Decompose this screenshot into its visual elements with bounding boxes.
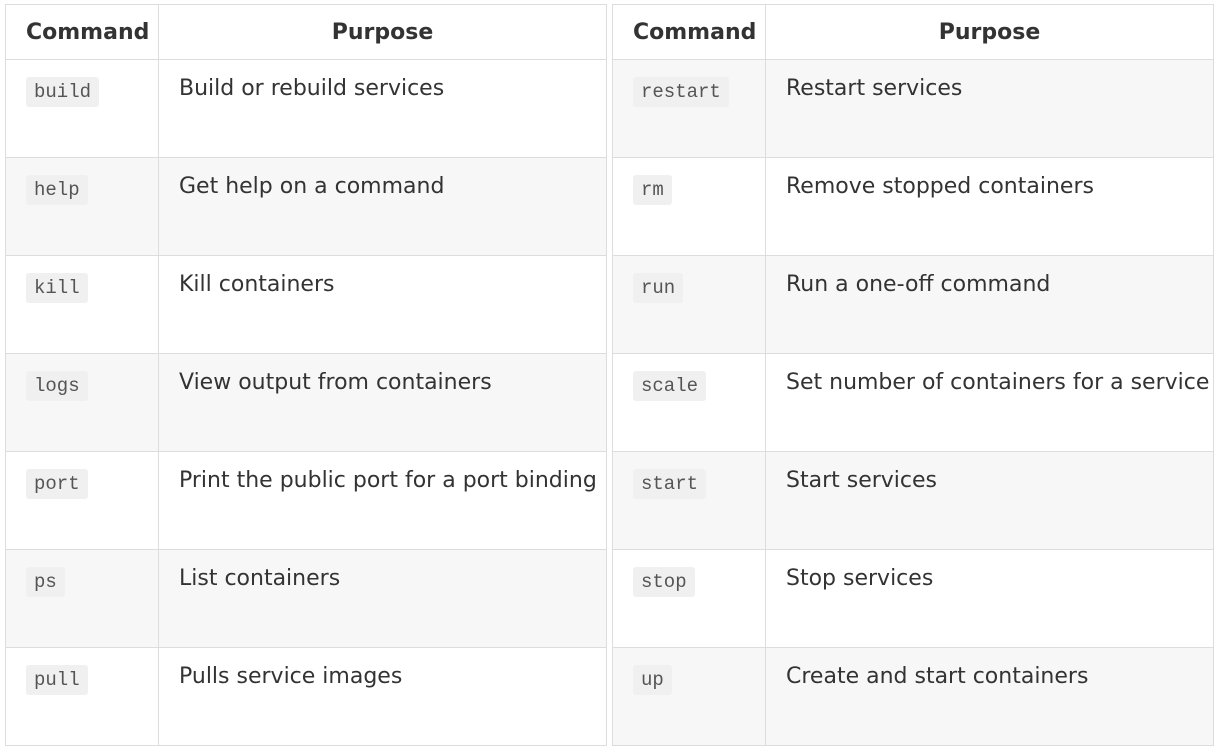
command-cell: help [5, 157, 159, 256]
table-row: help Get help on a command [5, 157, 607, 256]
commands-table-left: Command Purpose build Build or rebuild s… [5, 4, 607, 746]
command-cell: run [612, 255, 766, 354]
command-column-header: Command [612, 4, 766, 60]
command-code: help [26, 175, 88, 205]
table-row: ps List containers [5, 549, 607, 648]
command-code: up [633, 665, 672, 695]
command-cell: logs [5, 353, 159, 452]
purpose-cell: Print the public port for a port binding [158, 451, 607, 550]
table-row: logs View output from containers [5, 353, 607, 452]
purpose-cell: Remove stopped containers [765, 157, 1214, 256]
command-cell: scale [612, 353, 766, 452]
command-code: build [26, 77, 100, 107]
command-cell: build [5, 59, 159, 158]
command-code: start [633, 469, 707, 499]
purpose-cell: View output from containers [158, 353, 607, 452]
command-code: ps [26, 567, 65, 597]
purpose-cell: Build or rebuild services [158, 59, 607, 158]
command-code: pull [26, 665, 88, 695]
command-cell: up [612, 647, 766, 746]
command-column-header: Command [5, 4, 159, 60]
command-cell: port [5, 451, 159, 550]
command-cell: stop [612, 549, 766, 648]
table-row: build Build or rebuild services [5, 59, 607, 158]
table-header-row: Command Purpose [5, 4, 607, 60]
command-code: scale [633, 371, 707, 401]
purpose-cell: Pulls service images [158, 647, 607, 746]
table-row: start Start services [612, 451, 1214, 550]
table-row: up Create and start containers [612, 647, 1214, 746]
command-code: stop [633, 567, 695, 597]
purpose-cell: Set number of containers for a service [765, 353, 1214, 452]
command-cell: rm [612, 157, 766, 256]
command-code: port [26, 469, 88, 499]
purpose-cell: Stop services [765, 549, 1214, 648]
purpose-column-header: Purpose [765, 4, 1214, 60]
table-row: pull Pulls service images [5, 647, 607, 746]
purpose-cell: Start services [765, 451, 1214, 550]
command-code: restart [633, 77, 729, 107]
table-row: stop Stop services [612, 549, 1214, 648]
purpose-cell: Create and start containers [765, 647, 1214, 746]
command-cell: ps [5, 549, 159, 648]
purpose-cell: Kill containers [158, 255, 607, 354]
table-row: restart Restart services [612, 59, 1214, 158]
table-row: scale Set number of containers for a ser… [612, 353, 1214, 452]
command-code: logs [26, 371, 88, 401]
purpose-column-header: Purpose [158, 4, 607, 60]
command-cell: start [612, 451, 766, 550]
table-row: run Run a one-off command [612, 255, 1214, 354]
table-row: port Print the public port for a port bi… [5, 451, 607, 550]
purpose-cell: List containers [158, 549, 607, 648]
command-cell: pull [5, 647, 159, 746]
purpose-cell: Run a one-off command [765, 255, 1214, 354]
command-tables: Command Purpose build Build or rebuild s… [5, 4, 1214, 746]
commands-table-right: Command Purpose restart Restart services… [612, 4, 1214, 746]
command-cell: restart [612, 59, 766, 158]
command-cell: kill [5, 255, 159, 354]
command-code: rm [633, 175, 672, 205]
table-row: rm Remove stopped containers [612, 157, 1214, 256]
table-header-row: Command Purpose [612, 4, 1214, 60]
purpose-cell: Restart services [765, 59, 1214, 158]
command-code: run [633, 273, 684, 303]
table-row: kill Kill containers [5, 255, 607, 354]
purpose-cell: Get help on a command [158, 157, 607, 256]
command-code: kill [26, 273, 88, 303]
